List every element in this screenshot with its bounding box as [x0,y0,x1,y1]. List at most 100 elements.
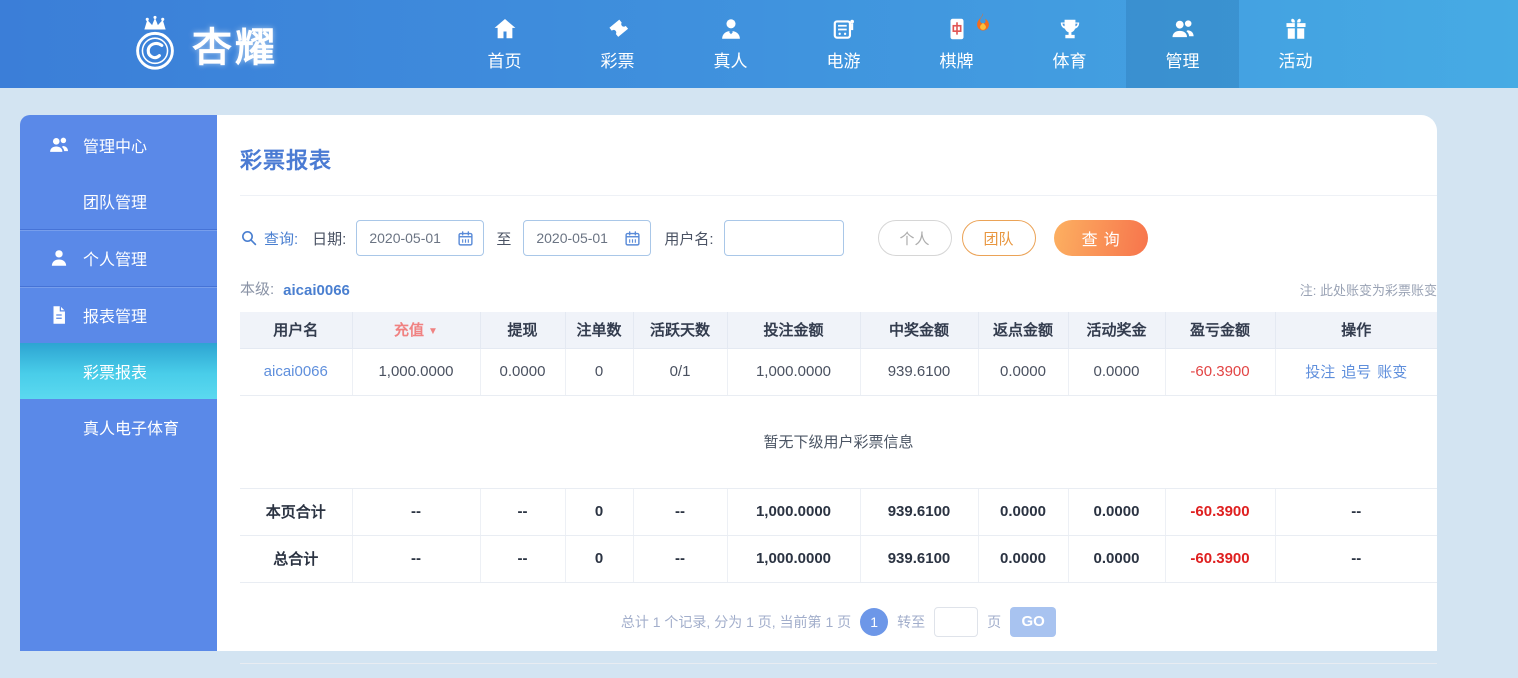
nav-item-activity[interactable]: 活动 [1239,0,1352,88]
nav-item-sports[interactable]: 体育 [1013,0,1126,88]
nav-item-boardgames[interactable]: 棋牌 [900,0,1013,88]
table-header-row: 用户名 充值 ▼ 提现 注单数 活跃天数 投注金额 中奖金额 返点金额 活动奖金 盈亏金额 操作 [240,312,1437,349]
query-button[interactable]: 查询 [1053,220,1148,256]
ticket-icon [605,16,631,42]
sidebar-item-live-esports[interactable]: 真人电子体育 [20,399,217,455]
column-header-label: 中奖金额 [888,322,949,340]
column-header-label: 操作 [1341,322,1372,340]
go-button[interactable]: GO [1010,606,1057,637]
nav-item-live[interactable]: 真人 [674,0,787,88]
dealer-icon [718,16,744,42]
action-link-2[interactable]: 账变 [1377,364,1407,381]
sidebar-item-report-manage[interactable]: 报表管理 [20,287,217,343]
nav-item-egames[interactable]: 电游 [787,0,900,88]
date-to-label: 至 [496,230,512,248]
current-page-button[interactable]: 1 [860,607,889,636]
date-from-value: 2020-05-01 [369,230,441,246]
sidebar-item-label: 团队管理 [83,195,148,212]
total-cell: 939.6100 [860,488,979,536]
column-header-label: 注单数 [576,322,622,340]
total-cell: 0.0000 [1068,488,1166,536]
nav-item-label: 首页 [487,52,522,71]
calendar-icon[interactable] [624,230,641,247]
column-header-0: 用户名 [240,312,353,349]
total-cell: -60.3900 [1165,488,1276,536]
account-note: 注: 此处账变为彩票账变 [1299,283,1437,298]
nav-item-label: 真人 [713,52,748,71]
action-link-1[interactable]: 追号 [1341,364,1371,381]
empty-row: 暂无下级用户彩票信息 [240,395,1437,489]
table-cell: 0.0000 [480,348,566,396]
column-header-4: 活跃天数 [633,312,728,349]
search-icon [240,229,258,247]
pagination-summary: 总计 1 个记录, 分为 1 页, 当前第 1 页 [620,613,852,630]
username-label: 用户名: [664,230,714,248]
column-header-6: 中奖金额 [860,312,979,349]
total-cell: 1,000.0000 [727,488,861,536]
footer-divider [240,662,1437,678]
date-to-field[interactable]: 2020-05-01 [523,220,652,256]
column-header-label: 盈亏金额 [1189,322,1250,340]
sidebar-item-label: 个人管理 [83,252,148,269]
sidebar-item-team-manage[interactable]: 团队管理 [20,173,217,229]
sidebar-item-lottery-report[interactable]: 彩票报表 [20,343,217,399]
group-icon [1170,16,1196,42]
total-cell: 总合计 [240,535,353,583]
page-title: 彩票报表 [240,148,333,173]
sidebar: 管理中心团队管理个人管理报表管理彩票报表真人电子体育 [20,115,217,651]
page-unit-label: 页 [987,613,1002,630]
column-header-9: 盈亏金额 [1165,312,1276,349]
nav-item-home[interactable]: 首页 [448,0,561,88]
date-label: 日期: [312,230,347,248]
total-cell: 0.0000 [978,535,1069,583]
top-nav: 首页 彩票 真人 电游 棋牌 体育 管理 活动 [448,0,1352,88]
level-value: aicai0066 [283,282,350,299]
grand-total-row: 总合计 -- -- 0 -- 1,000.0000 939.6100 0.0000 0.0000… [240,535,1437,583]
date-from-field[interactable]: 2020-05-01 [356,220,485,256]
total-cell: 939.6100 [860,535,979,583]
actions-cell: 投注 追号 账变 [1275,348,1437,396]
total-cell: -- [352,488,481,536]
column-header-label: 提现 [507,322,538,340]
total-cell: -- [480,488,566,536]
nav-item-lottery[interactable]: 彩票 [561,0,674,88]
search-label: 查询: [264,230,299,248]
nav-item-label: 活动 [1278,52,1313,71]
goto-page-input[interactable] [934,606,979,637]
table-cell: 0.0000 [978,348,1069,396]
column-header-label: 活动奖金 [1086,322,1147,340]
personal-button[interactable]: 个人 [877,220,952,256]
report-icon [48,304,70,326]
username-input[interactable] [723,220,844,256]
team-button[interactable]: 团队 [961,220,1036,256]
column-header-label: 投注金额 [763,322,824,340]
sort-desc-icon: ▼ [428,326,438,338]
sidebar-item-manage-center[interactable]: 管理中心 [20,117,217,173]
page-total-row: 本页合计 -- -- 0 -- 1,000.0000 939.6100 0.0000 0.000… [240,488,1437,536]
sidebar-item-personal-manage[interactable]: 个人管理 [20,230,217,286]
action-link-0[interactable]: 投注 [1305,364,1335,381]
column-header-8: 活动奖金 [1068,312,1166,349]
column-header-1[interactable]: 充值 ▼ [352,312,481,349]
total-cell: 0.0000 [1068,535,1166,583]
total-cell: -- [633,535,728,583]
page-body: 管理中心 团队管理 个人管理 报表管理 彩票报表 真人电子体育 彩票报表 查询: 日期: … [0,88,1518,664]
pagination: 总计 1 个记录, 分为 1 页, 当前第 1 页 1 转至 页 GO [240,606,1437,637]
level-label: 本级: [240,281,275,298]
user-icon [48,247,70,269]
table-cell: 0 [565,348,634,396]
table-row: aicai0066 1,000.0000 0.0000 0 0/1 1,000.0000 9… [240,348,1437,396]
sidebar-item-label: 彩票报表 [83,365,148,382]
column-header-5: 投注金额 [727,312,861,349]
column-header-10: 操作 [1275,312,1437,349]
sidebar-menu: 管理中心团队管理个人管理报表管理彩票报表真人电子体育 [20,117,217,455]
empty-message: 暂无下级用户彩票信息 [240,395,1437,489]
username-link[interactable]: aicai0066 [264,363,328,380]
nav-item-label: 棋牌 [939,52,974,71]
slot-machine-icon [831,16,857,42]
nav-item-manage[interactable]: 管理 [1126,0,1239,88]
title-divider [240,195,1437,196]
nav-item-label: 体育 [1052,52,1087,71]
calendar-icon[interactable] [457,230,474,247]
sidebar-item-label: 管理中心 [83,139,148,156]
